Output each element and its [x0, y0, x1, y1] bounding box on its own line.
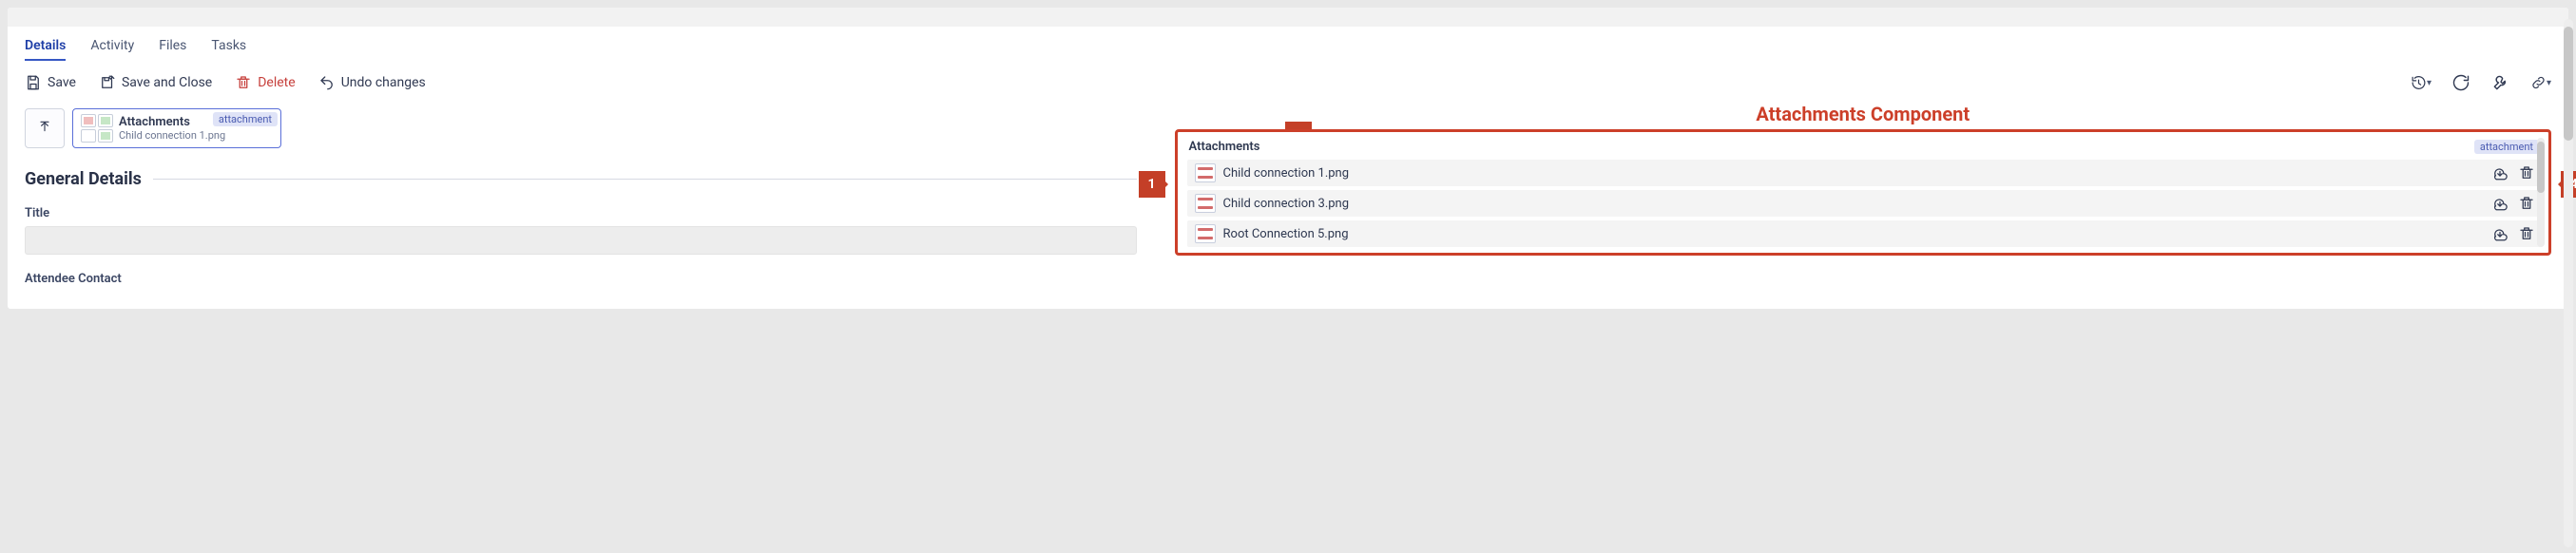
component-badge: attachment: [2474, 140, 2539, 154]
file-name: Child connection 3.png: [1223, 197, 2484, 211]
attach-card-subtitle: Child connection 1.png: [119, 129, 225, 142]
attachments-component: Attachments attachment Child connection …: [1175, 129, 2551, 256]
attachment-row[interactable]: Child connection 3.png: [1187, 190, 2543, 217]
arrow-up-icon: [37, 119, 52, 138]
file-thumb-icon: [1195, 224, 1216, 243]
link-button[interactable]: ▾: [2530, 72, 2551, 93]
save-button[interactable]: Save: [25, 74, 76, 91]
save-close-icon: [99, 74, 116, 91]
undo-label: Undo changes: [341, 75, 426, 90]
attendee-label: Attendee Contact: [25, 272, 1137, 286]
chevron-down-icon: ▾: [2427, 78, 2432, 88]
save-icon: [25, 74, 42, 91]
delete-button[interactable]: Delete: [235, 74, 295, 91]
tab-tasks[interactable]: Tasks: [211, 34, 246, 61]
refresh-button[interactable]: [2451, 72, 2471, 93]
delete-file-icon[interactable]: [2518, 225, 2535, 242]
download-icon[interactable]: [2491, 225, 2509, 242]
undo-icon: [318, 74, 336, 91]
divider: [153, 179, 1137, 180]
undo-button[interactable]: Undo changes: [318, 74, 426, 91]
trash-icon: [235, 74, 252, 91]
attach-card-badge: attachment: [213, 112, 278, 126]
attachments-summary-card[interactable]: Attachments Child connection 1.png attac…: [72, 108, 281, 148]
delete-label: Delete: [258, 75, 295, 90]
section-title: General Details: [25, 169, 142, 189]
delete-file-icon[interactable]: [2518, 195, 2535, 212]
collapse-card[interactable]: [25, 108, 65, 148]
attach-card-title: Attachments: [119, 115, 225, 129]
tab-details[interactable]: Details: [25, 34, 66, 61]
toolbar: Save Save and Close Delete: [25, 72, 2551, 93]
save-close-label: Save and Close: [122, 75, 212, 90]
download-icon[interactable]: [2491, 164, 2509, 181]
download-icon[interactable]: [2491, 195, 2509, 212]
thumbnail-grid: [81, 114, 113, 143]
component-scrollbar[interactable]: [2537, 138, 2545, 247]
delete-file-icon[interactable]: [2518, 164, 2535, 181]
tool-button[interactable]: [2490, 72, 2511, 93]
history-button[interactable]: ▾: [2411, 72, 2432, 93]
attachment-row[interactable]: Child connection 1.png: [1187, 160, 2543, 186]
attachment-row[interactable]: Root Connection 5.png: [1187, 220, 2543, 247]
file-thumb-icon: [1195, 163, 1216, 182]
annotation-title: Attachments Component: [1175, 103, 2551, 125]
title-label: Title: [25, 206, 1137, 220]
tab-files[interactable]: Files: [159, 34, 186, 61]
annotation-marker-1: 1: [1139, 171, 1165, 198]
save-label: Save: [48, 75, 76, 90]
file-thumb-icon: [1195, 194, 1216, 213]
attachment-list: Child connection 1.png: [1187, 160, 2543, 247]
tabs: Details Activity Files Tasks: [25, 34, 2551, 61]
page-scrollbar[interactable]: [2564, 19, 2573, 547]
file-name: Root Connection 5.png: [1223, 227, 2484, 241]
chevron-down-icon: ▾: [2547, 78, 2551, 88]
tab-activity[interactable]: Activity: [90, 34, 134, 61]
component-header: Attachments: [1189, 140, 1260, 154]
save-close-button[interactable]: Save and Close: [99, 74, 212, 91]
title-input[interactable]: [25, 226, 1137, 255]
file-name: Child connection 1.png: [1223, 166, 2484, 181]
